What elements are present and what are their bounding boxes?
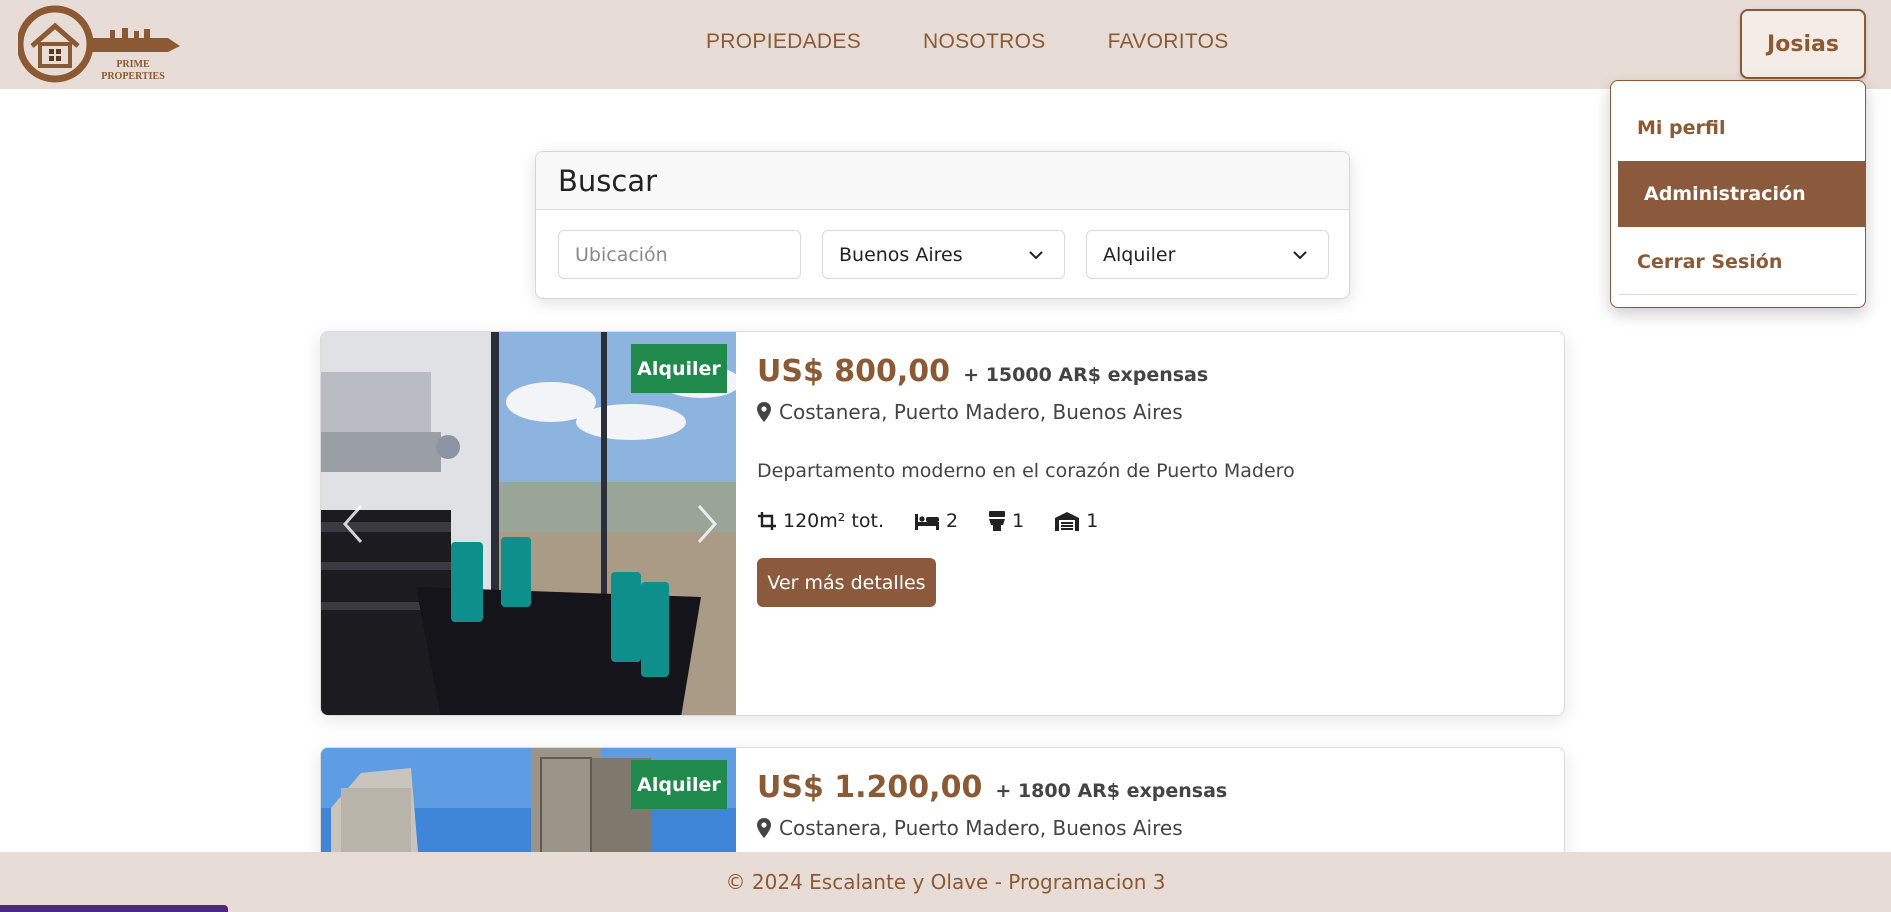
menu-item-cerrar-sesion[interactable]: Cerrar Sesión xyxy=(1611,229,1865,295)
area-text: 120m² tot. xyxy=(783,510,884,532)
property-location: Costanera, Puerto Madero, Buenos Aires xyxy=(757,816,1183,840)
nav-favoritos[interactable]: FAVORITOS xyxy=(1108,30,1229,54)
user-menu-button[interactable]: Josias xyxy=(1740,9,1866,79)
province-select-value: Buenos Aires xyxy=(839,243,963,266)
main-nav: PROPIEDADES NOSOTROS FAVORITOS xyxy=(706,30,1291,54)
menu-item-mi-perfil[interactable]: Mi perfil xyxy=(1611,95,1865,161)
feature-area: 120m² tot. xyxy=(757,510,884,532)
search-title: Buscar xyxy=(536,152,1349,210)
property-price: US$ 1.200,00 + 1800 AR$ expensas xyxy=(757,770,1227,805)
garages-count: 1 xyxy=(1086,510,1099,532)
chevron-down-icon xyxy=(1029,251,1043,260)
nav-propiedades[interactable]: PROPIEDADES xyxy=(706,30,861,54)
bottom-overlay-bar xyxy=(0,905,228,912)
chevron-down-icon xyxy=(1293,251,1307,260)
prime-properties-logo[interactable]: PRIME PROPERTIES xyxy=(18,4,186,84)
price-amount: US$ 1.200,00 xyxy=(757,770,983,805)
property-description: Departamento moderno en el corazón de Pu… xyxy=(757,460,1295,482)
property-location: Costanera, Puerto Madero, Buenos Aires xyxy=(757,400,1183,424)
nav-nosotros[interactable]: NOSOTROS xyxy=(923,30,1046,54)
operation-select-value: Alquiler xyxy=(1103,243,1176,266)
map-pin-icon xyxy=(757,402,771,422)
property-card: Alquiler US$ 800,00 + 15000 AR$ expensas… xyxy=(320,331,1565,716)
price-amount: US$ 800,00 xyxy=(757,354,951,389)
property-price: US$ 800,00 + 15000 AR$ expensas xyxy=(757,354,1208,389)
map-pin-icon xyxy=(757,818,771,838)
location-text: Costanera, Puerto Madero, Buenos Aires xyxy=(779,816,1183,840)
operation-badge: Alquiler xyxy=(631,344,727,393)
crop-icon xyxy=(758,512,776,530)
location-input[interactable]: Ubicación xyxy=(558,230,801,279)
footer: © 2024 Escalante y Olave - Programacion … xyxy=(0,852,1891,912)
feature-bedrooms: 2 xyxy=(914,510,958,532)
province-select[interactable]: Buenos Aires xyxy=(822,230,1065,279)
menu-divider xyxy=(1619,294,1857,295)
bedrooms-count: 2 xyxy=(946,510,959,532)
carousel-prev-icon[interactable] xyxy=(339,502,369,546)
search-card: Buscar Ubicación Buenos Aires Alquiler xyxy=(535,151,1350,299)
location-text: Costanera, Puerto Madero, Buenos Aires xyxy=(779,400,1183,424)
logo-text-prime: PRIME xyxy=(116,59,150,70)
property-photo-carousel[interactable]: Alquiler xyxy=(321,332,736,715)
bathrooms-count: 1 xyxy=(1012,510,1025,532)
carousel-next-icon[interactable] xyxy=(691,502,721,546)
garage-icon xyxy=(1055,512,1080,531)
footer-copyright: © 2024 Escalante y Olave - Programacion … xyxy=(725,870,1166,894)
menu-item-administracion[interactable]: Administración xyxy=(1618,161,1866,227)
logo-text-properties: PROPERTIES xyxy=(101,71,165,82)
user-dropdown-menu: Mi perfil Administración Cerrar Sesión xyxy=(1610,80,1866,308)
price-expenses: + 1800 AR$ expensas xyxy=(995,780,1228,802)
bed-icon xyxy=(915,514,939,530)
price-expenses: + 15000 AR$ expensas xyxy=(963,364,1209,386)
operation-badge: Alquiler xyxy=(631,760,727,809)
feature-bathrooms: 1 xyxy=(988,510,1024,532)
property-features: 120m² tot. 2 1 1 xyxy=(757,510,1128,532)
navbar: PRIME PROPERTIES PROPIEDADES NOSOTROS FA… xyxy=(0,0,1891,89)
operation-select[interactable]: Alquiler xyxy=(1086,230,1329,279)
feature-garages: 1 xyxy=(1054,510,1098,532)
toilet-icon xyxy=(989,511,1006,531)
view-details-button[interactable]: Ver más detalles xyxy=(757,558,936,607)
